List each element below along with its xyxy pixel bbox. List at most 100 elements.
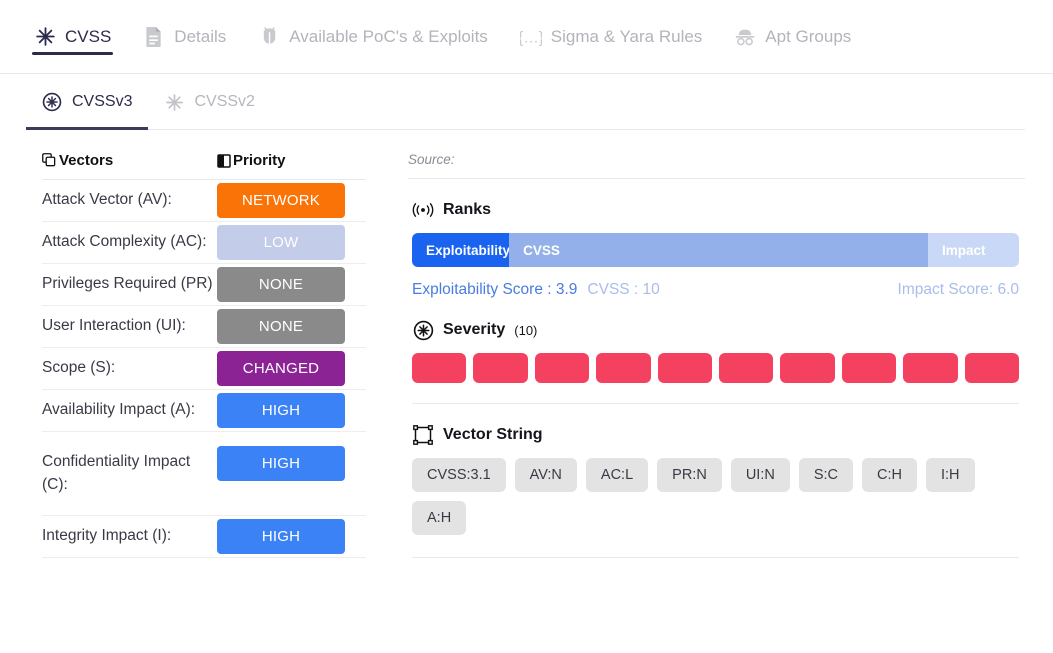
circled-asterisk-icon: [412, 319, 434, 341]
vector-string-tag[interactable]: I:H: [925, 458, 975, 492]
bug-icon: [258, 25, 280, 49]
vector-label: Integrity Impact (I):: [42, 527, 172, 545]
circled-asterisk-icon: [42, 92, 62, 112]
broadcast-icon: [412, 199, 434, 221]
vector-value-badge[interactable]: LOW: [217, 225, 345, 260]
vector-value-badge[interactable]: NETWORK: [217, 183, 345, 218]
vectors-table-header: Vectors Priority: [42, 152, 366, 180]
table-row: Attack Vector (AV): NETWORK: [42, 180, 366, 222]
vector-label: User Interaction (UI):: [42, 317, 186, 335]
tab-details[interactable]: Details: [127, 0, 242, 74]
severity-block[interactable]: [841, 353, 897, 383]
tab-available-pocs-exploits[interactable]: Available PoC's & Exploits: [242, 0, 504, 74]
subtab-label: CVSSv2: [194, 93, 255, 110]
vectors-panel: Vectors Priority Attack Vector (AV): NET…: [28, 152, 380, 558]
table-row: User Interaction (UI): NONE: [42, 306, 366, 348]
vector-string-tag[interactable]: CVSS:3.1: [412, 458, 506, 492]
tab-label: Sigma & Yara Rules: [550, 26, 703, 46]
priority-column-header: Priority: [217, 152, 286, 169]
vector-label: Availability Impact (A):: [42, 401, 196, 419]
rank-segment-exploitability[interactable]: Exploitability: [412, 233, 510, 267]
cvss-version-tabs: CVSSv3 CVSSv2: [0, 74, 1053, 130]
top-navigation-bar: CVSS Details Available PoC's & Exploits: [0, 0, 1053, 74]
details-panel: Source: Ranks Exploitability CVSS Impact…: [408, 152, 1025, 558]
half-square-icon: [217, 153, 231, 168]
vector-string-tag[interactable]: S:C: [798, 458, 853, 492]
severity-count: (10): [514, 322, 538, 338]
severity-block[interactable]: [964, 353, 1020, 383]
vector-string-tag[interactable]: C:H: [861, 458, 917, 492]
vector-string-tag[interactable]: UI:N: [730, 458, 790, 492]
source-line: Source:: [408, 152, 1025, 179]
vector-string-title: Vector String: [443, 426, 543, 443]
tab-label: CVSS: [65, 26, 112, 46]
vectors-column-header: Vectors: [42, 152, 217, 169]
table-row: Scope (S): CHANGED: [42, 348, 366, 390]
vector-value-badge[interactable]: NONE: [217, 267, 345, 302]
vector-label: Scope (S):: [42, 359, 116, 377]
vectors-header-label: Vectors: [59, 152, 114, 169]
severity-block[interactable]: [412, 353, 467, 383]
subtab-label: CVSSv3: [72, 93, 133, 110]
tab-sigma-yara-rules[interactable]: {…} Sigma & Yara Rules: [504, 0, 719, 74]
table-row: Privileges Required (PR) NONE: [42, 264, 366, 306]
rank-segment-cvss[interactable]: CVSS: [509, 233, 928, 267]
ranks-scores: Exploitability Score : 3.9 CVSS : 10 Imp…: [412, 281, 1019, 299]
source-label: Source:: [408, 152, 455, 167]
table-row: Confidentiality Impact (C): HIGH: [42, 432, 366, 516]
layers-icon: [42, 153, 57, 168]
vectors-rows: Attack Vector (AV): NETWORK Attack Compl…: [28, 180, 380, 558]
vector-value-badge[interactable]: NONE: [217, 309, 345, 344]
document-icon: [143, 25, 165, 49]
tab-apt-groups[interactable]: Apt Groups: [718, 0, 867, 74]
tab-cvss[interactable]: CVSS: [18, 0, 127, 74]
table-row: Attack Complexity (AC): LOW: [42, 222, 366, 264]
severity-block[interactable]: [903, 353, 958, 383]
vector-value-badge[interactable]: CHANGED: [217, 351, 345, 386]
vector-value-badge[interactable]: HIGH: [217, 446, 345, 481]
vector-string-tag[interactable]: AC:L: [585, 458, 649, 492]
vector-string-section-header: Vector String: [412, 424, 1025, 446]
impact-score: Impact Score: 6.0: [897, 281, 1019, 298]
table-row: Availability Impact (A): HIGH: [42, 390, 366, 432]
severity-block[interactable]: [657, 353, 713, 383]
severity-block[interactable]: [780, 353, 835, 383]
svg-text:{…}: {…}: [520, 29, 542, 46]
severity-blocks: [412, 353, 1020, 404]
vector-label: Confidentiality Impact (C):: [42, 453, 191, 493]
vector-value-badge[interactable]: HIGH: [217, 393, 345, 428]
cvss-content: Vectors Priority Attack Vector (AV): NET…: [0, 130, 1053, 558]
tab-label: Apt Groups: [765, 26, 852, 46]
incognito-icon: [734, 25, 756, 49]
sparkle-icon: [164, 92, 184, 112]
severity-section-header: Severity (10): [412, 319, 1025, 341]
vector-value-badge[interactable]: HIGH: [217, 519, 345, 554]
priority-header-label: Priority: [233, 152, 286, 169]
braces-icon: {…}: [520, 25, 542, 49]
bounding-box-icon: [412, 424, 434, 446]
cvss-score: CVSS : 10: [587, 281, 660, 298]
vector-string-tags: CVSS:3.1 AV:N AC:L PR:N UI:N S:C C:H I:H A:H: [412, 458, 1019, 558]
vector-label: Attack Complexity (AC):: [42, 233, 207, 251]
tab-cvssv3[interactable]: CVSSv3: [26, 74, 149, 130]
sparkle-icon: [34, 25, 56, 49]
severity-block[interactable]: [534, 353, 590, 383]
rank-segment-impact[interactable]: Impact: [927, 233, 1019, 267]
vector-label: Attack Vector (AV):: [42, 191, 172, 209]
severity-block[interactable]: [719, 353, 774, 383]
ranks-bar: Exploitability CVSS Impact: [412, 233, 1019, 267]
severity-title: Severity: [443, 321, 506, 338]
severity-block[interactable]: [596, 353, 651, 383]
tab-label: Details: [174, 26, 227, 46]
vector-string-tag[interactable]: AV:N: [514, 458, 577, 492]
table-row: Integrity Impact (I): HIGH: [42, 516, 366, 558]
vector-string-tag[interactable]: A:H: [412, 501, 467, 535]
ranks-title: Ranks: [443, 201, 492, 218]
vector-string-tag[interactable]: PR:N: [657, 458, 722, 492]
vector-label: Privileges Required (PR): [42, 275, 213, 293]
severity-block[interactable]: [473, 353, 528, 383]
tab-label: Available PoC's & Exploits: [289, 26, 488, 46]
tab-cvssv2[interactable]: CVSSv2: [148, 74, 270, 130]
ranks-section-header: Ranks: [412, 199, 1025, 221]
exploitability-score: Exploitability Score : 3.9: [412, 281, 578, 298]
